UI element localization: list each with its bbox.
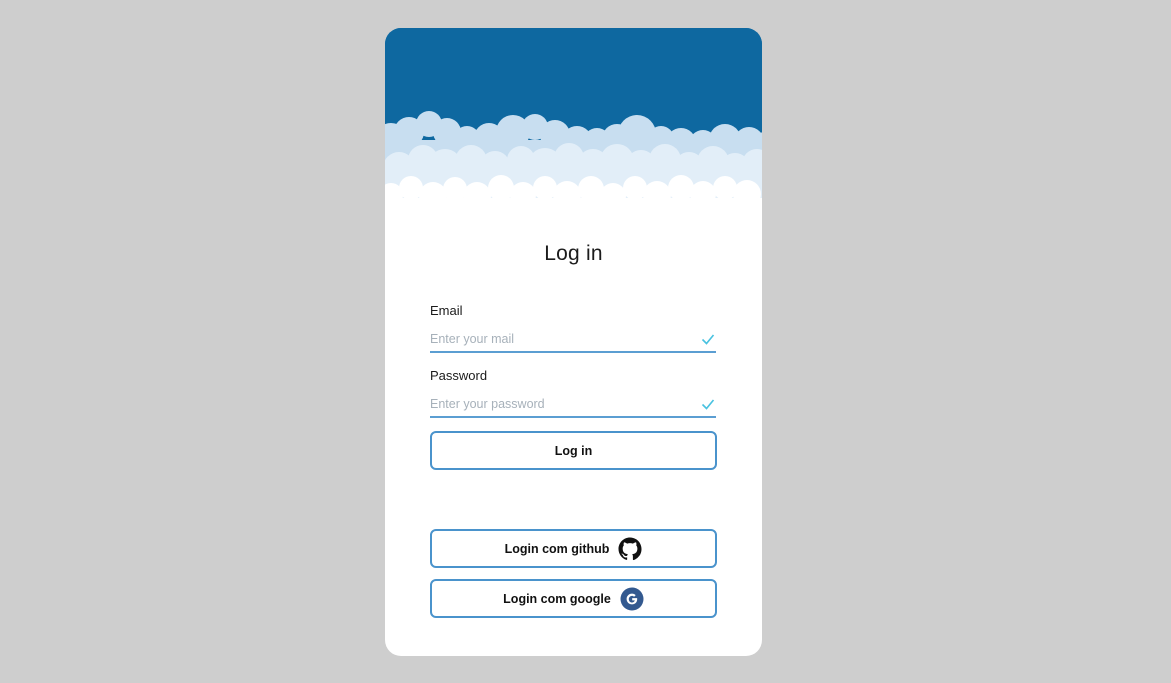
login-button-label: Log in (554, 443, 593, 458)
email-label: Email (430, 303, 463, 318)
password-field-wrapper (430, 394, 716, 418)
github-icon (618, 537, 642, 560)
password-label: Password (430, 368, 488, 383)
login-card: Log in Email Password Log in Login com g… (385, 28, 762, 656)
github-login-button[interactable]: Login com github (430, 529, 717, 568)
github-login-label: Login com github (504, 541, 610, 556)
password-field[interactable] (430, 394, 690, 414)
google-login-label: Login com google (503, 591, 611, 606)
google-login-button[interactable]: Login com google (430, 579, 717, 618)
email-field[interactable] (430, 329, 690, 349)
check-icon (701, 334, 715, 345)
clouds-illustration (385, 28, 762, 216)
google-icon (620, 587, 644, 610)
page-title: Log in (544, 242, 603, 265)
login-button[interactable]: Log in (430, 431, 717, 470)
email-field-wrapper (430, 329, 716, 353)
page: Log in Email Password Log in Login com g… (0, 0, 1171, 683)
clouds-banner (385, 28, 762, 216)
check-icon (701, 399, 715, 410)
